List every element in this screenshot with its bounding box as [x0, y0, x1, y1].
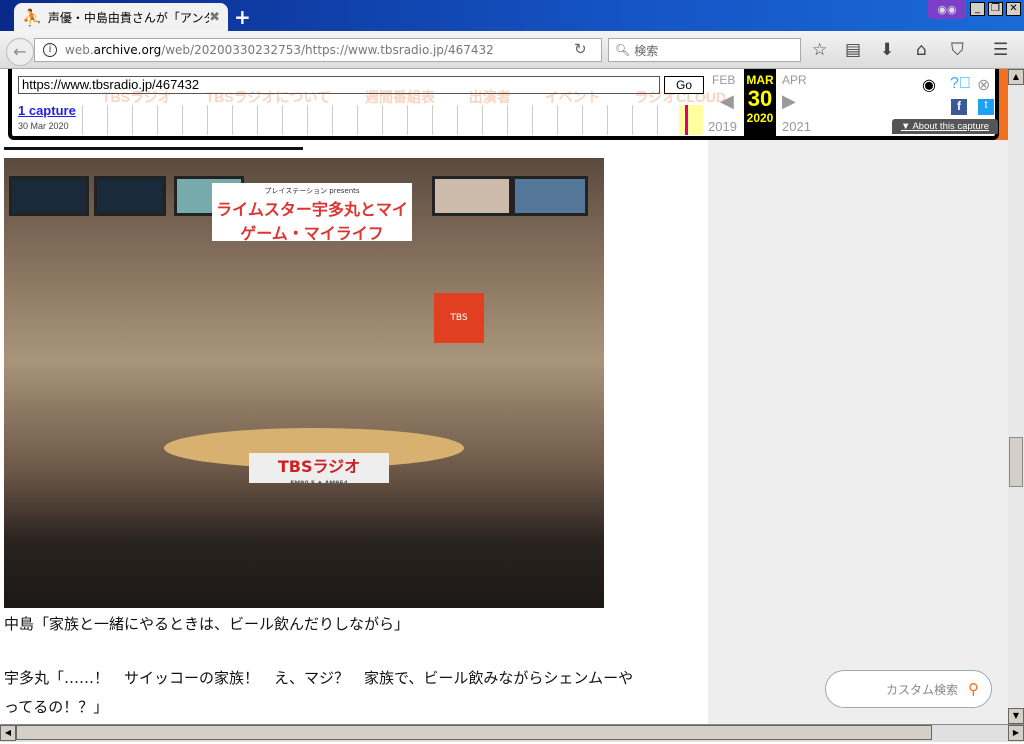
wayback-url-input[interactable]: https://www.tbsradio.jp/467432: [18, 76, 660, 94]
reading-list-icon[interactable]: ▤: [845, 40, 861, 60]
facebook-icon[interactable]: f: [951, 99, 967, 115]
browser-tab[interactable]: ⛹ 声優・中島由貴さんが「アンダ… ✖: [14, 3, 228, 32]
close-window-button[interactable]: ✕: [1006, 2, 1021, 16]
capture-date: 30 Mar 2020: [18, 121, 69, 131]
capture-timeline[interactable]: [82, 105, 682, 135]
twitter-icon[interactable]: t: [978, 99, 994, 115]
home-icon[interactable]: ⌂: [916, 40, 927, 60]
close-toolbar-icon[interactable]: ⊗: [977, 75, 990, 95]
close-tab-icon[interactable]: ✖: [209, 10, 220, 25]
url-host: archive.org: [93, 43, 162, 57]
vertical-scrollbar[interactable]: [1008, 69, 1024, 724]
prev-month[interactable]: FEB: [712, 73, 735, 87]
back-button[interactable]: ←: [6, 38, 34, 66]
monitor: [512, 176, 588, 216]
about-capture-button[interactable]: ▼ About this capture: [892, 119, 998, 134]
next-month[interactable]: APR: [782, 73, 807, 87]
article-line: 宇多丸「……！ サイッコーの家族！ え、マジ？ 家族で、ビール飲みながらシェンム…: [4, 669, 634, 687]
search-placeholder: 検索: [634, 43, 659, 58]
custom-search-input[interactable]: カスタム検索 ⚲: [825, 670, 992, 708]
url-prefix: web.: [65, 43, 94, 57]
info-icon[interactable]: i: [43, 43, 57, 57]
pocket-icon[interactable]: ⛉: [951, 40, 964, 60]
vertical-scroll-thumb[interactable]: [1009, 437, 1023, 487]
program-sign: プレイステーション presents ライムスター宇多丸とマイゲーム・マイライフ: [212, 183, 412, 243]
horizontal-scroll-thumb[interactable]: [16, 725, 932, 740]
go-button[interactable]: Go: [664, 76, 704, 94]
about-label: About this capture: [912, 121, 990, 132]
timeline-current-marker[interactable]: [679, 105, 703, 135]
article-photo: プレイステーション presents ライムスター宇多丸とマイゲーム・マイライフ …: [4, 158, 604, 608]
sign-title: ライムスター宇多丸とマイゲーム・マイライフ: [216, 200, 408, 243]
restore-button[interactable]: ❐: [988, 2, 1003, 16]
monitor: [432, 176, 512, 216]
download-icon[interactable]: ⬇: [880, 40, 894, 60]
reload-icon[interactable]: ↻: [574, 40, 587, 58]
prev-arrow-icon[interactable]: ◀: [720, 91, 734, 112]
prev-year[interactable]: 2019: [708, 119, 737, 134]
search-icon: 🔍︎: [615, 43, 631, 57]
desk-sign-text: TBSラジオ: [277, 457, 361, 476]
scroll-up-button[interactable]: ▲: [1008, 69, 1024, 85]
private-browsing-icon: ◉◉: [928, 0, 966, 19]
new-tab-button[interactable]: +: [234, 5, 251, 29]
next-year[interactable]: 2021: [782, 119, 811, 134]
desk-sign: TBSラジオ FM90.5 ♦ AM954: [249, 453, 389, 487]
minimize-button[interactable]: _: [970, 2, 985, 16]
search-icon[interactable]: ⚲: [968, 680, 979, 698]
article-line: 中島「家族と一緒にやるときは、ビール飲んだりしながら」: [4, 615, 410, 633]
monitor: [9, 176, 89, 216]
current-month: MAR: [746, 73, 774, 87]
article-line: ってるの！？」: [4, 698, 109, 716]
current-day: 30: [747, 86, 773, 111]
sidebar: [708, 140, 1008, 724]
scroll-right-button[interactable]: ▶: [1008, 725, 1024, 741]
wayback-toolbar: TBSラジオ TBSラジオについて 週間番組表 出演者 イベント ラジオCLOU…: [8, 69, 999, 140]
current-year: 2020: [746, 111, 774, 125]
search-input[interactable]: 🔍︎ 検索: [608, 38, 801, 62]
sign-sub: プレイステーション presents: [264, 187, 360, 195]
help-icon[interactable]: ?⃝: [950, 75, 971, 93]
monitor: [94, 176, 166, 216]
scroll-down-button[interactable]: ▼: [1008, 708, 1024, 724]
captures-link[interactable]: 1 capture: [18, 103, 76, 118]
scroll-left-button[interactable]: ◀: [0, 725, 16, 741]
url-bar[interactable]: i web. archive.org/web/20200330232753/htt…: [34, 38, 602, 62]
site-favicon-icon: ⛹: [22, 8, 42, 27]
desk-sign-sub: FM90.5 ♦ AM954: [290, 480, 348, 487]
url-path: /web/20200330232753/https://www.tbsradio…: [161, 43, 494, 57]
menu-icon[interactable]: ☰: [993, 40, 1008, 60]
next-arrow-icon[interactable]: ▶: [782, 91, 796, 112]
user-icon[interactable]: ◉: [922, 75, 936, 95]
bookmark-star-icon[interactable]: ☆: [812, 40, 827, 60]
custom-search-placeholder: カスタム検索: [885, 682, 958, 697]
tab-title: 声優・中島由貴さんが「アンダ…: [47, 11, 209, 25]
wall-logo: TBS: [434, 293, 484, 343]
section-divider: [4, 147, 303, 150]
current-date: MAR 30 2020: [744, 69, 776, 136]
